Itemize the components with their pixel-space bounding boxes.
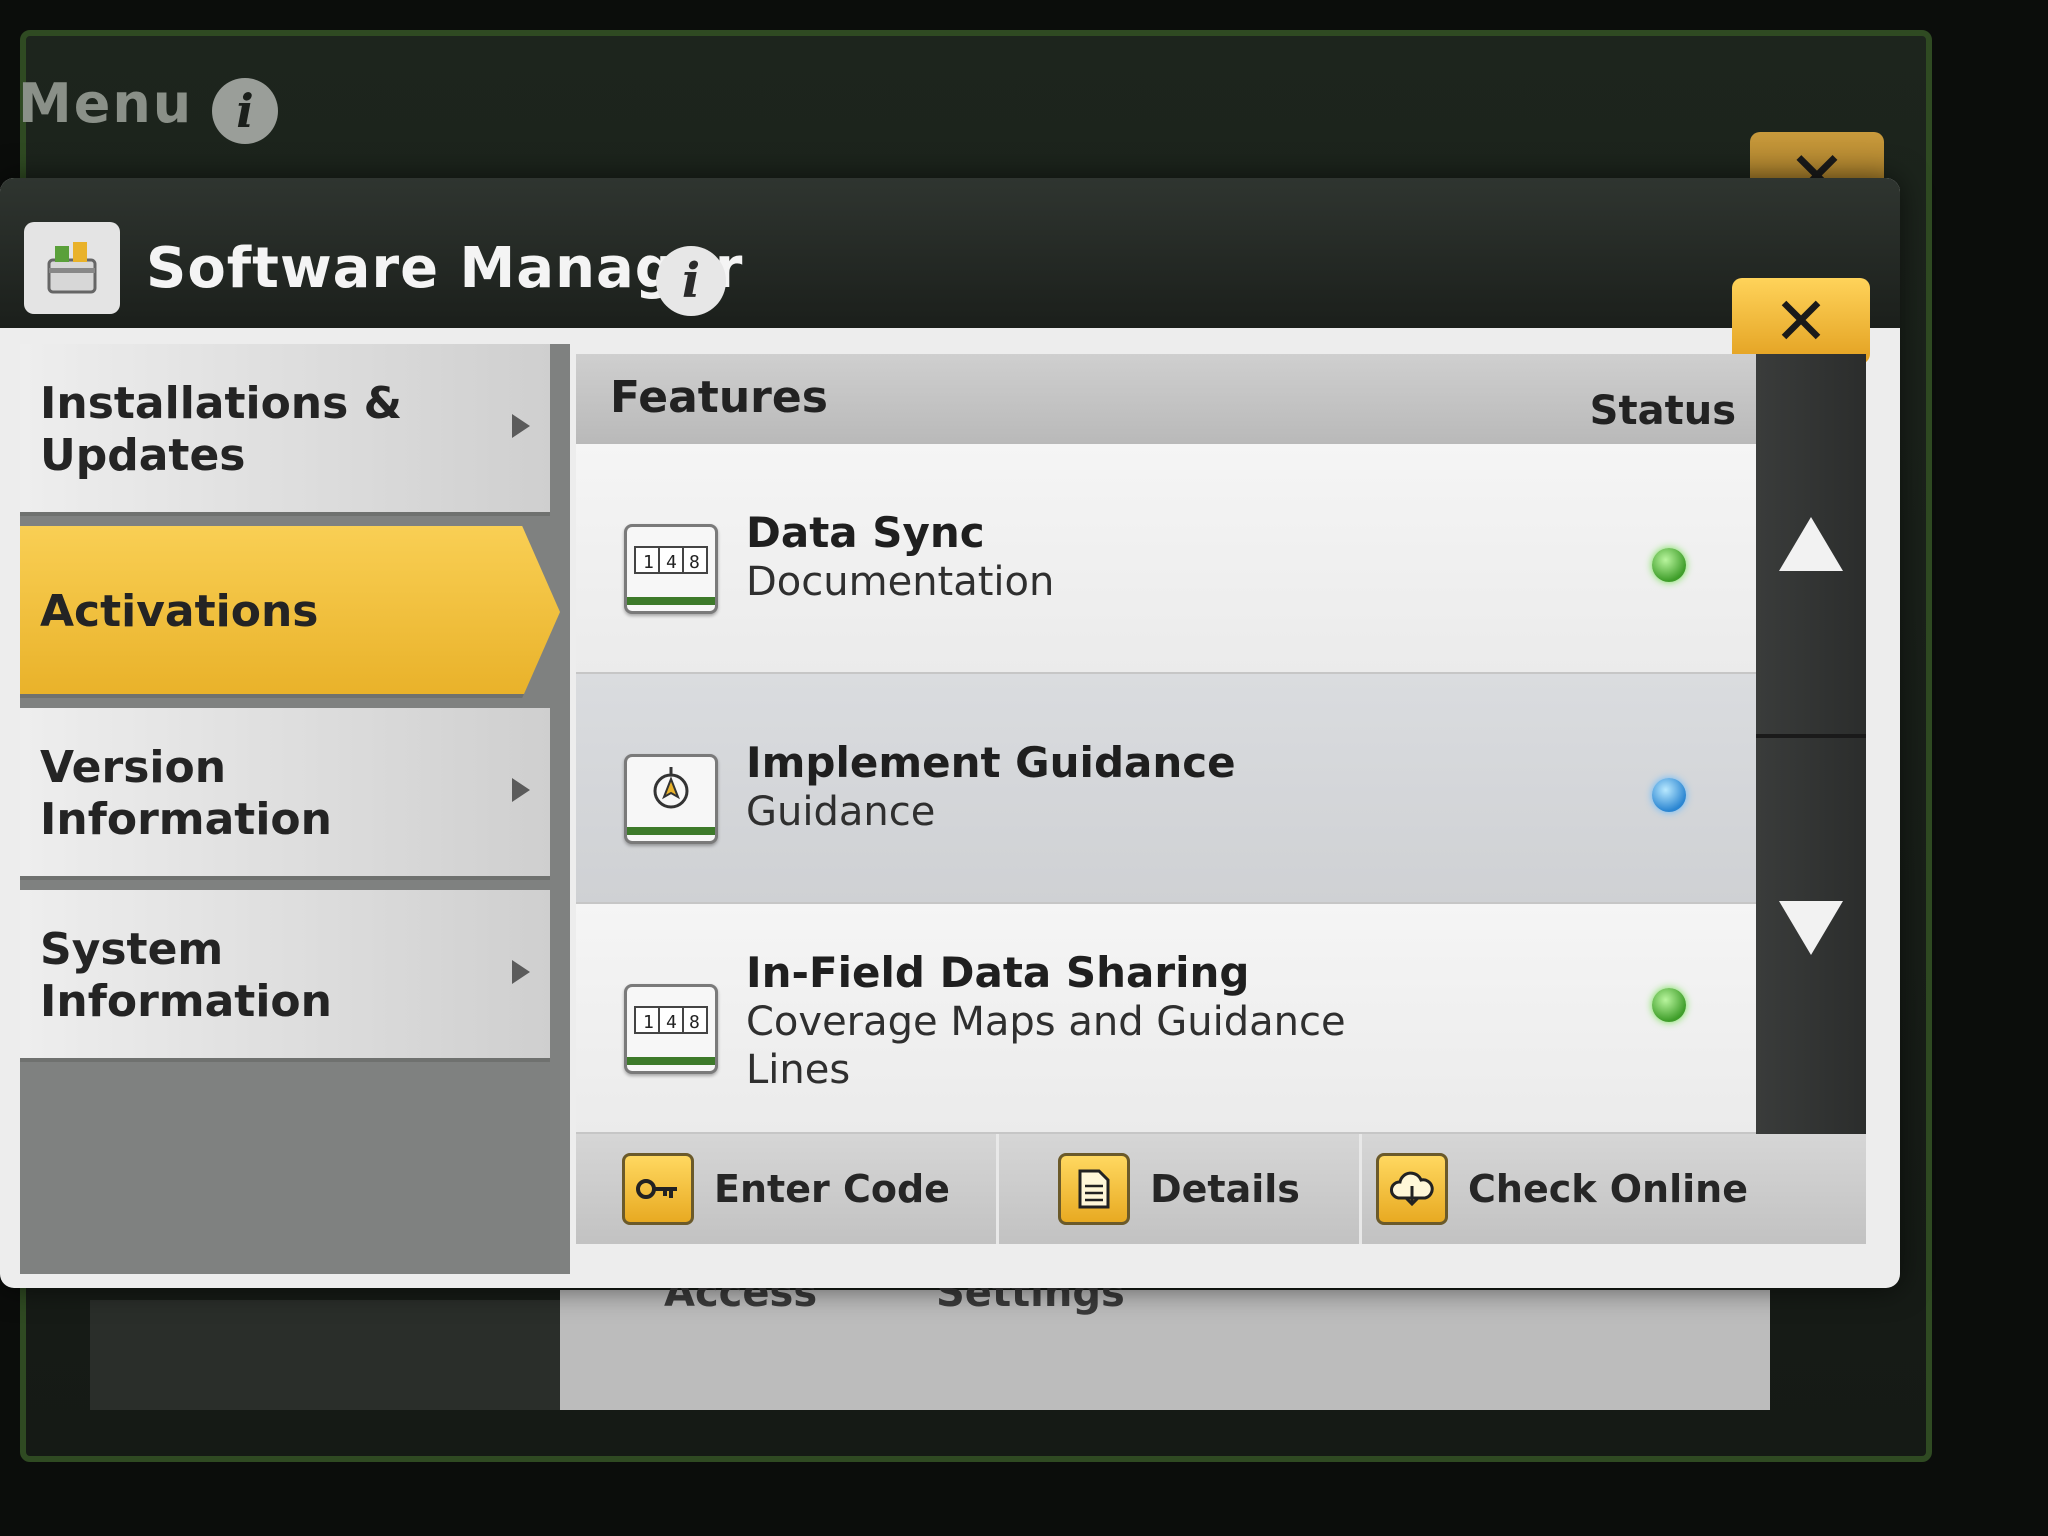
feature-category: Guidance xyxy=(746,789,936,835)
svg-text:4: 4 xyxy=(666,1012,677,1033)
sidebar-item-version-information[interactable]: Version Information xyxy=(20,708,550,880)
sidebar-item-label: Version Information xyxy=(40,742,332,845)
details-label: Details xyxy=(1150,1167,1300,1211)
background-panel xyxy=(90,1300,560,1410)
software-manager-dialog: Software Manager i ✕ Installations & Upd… xyxy=(0,178,1900,1288)
features-header: Features Status xyxy=(576,354,1756,444)
guidance-icon xyxy=(624,754,718,844)
details-button[interactable]: Details xyxy=(999,1134,1362,1244)
document-icon xyxy=(1058,1153,1131,1225)
chevron-right-icon xyxy=(512,778,530,802)
arrow-up-icon xyxy=(1779,517,1843,571)
status-column-header: Status xyxy=(1589,388,1736,434)
menu-info-icon[interactable]: i xyxy=(212,78,278,144)
dialog-title: Software Manager xyxy=(146,236,744,301)
sidebar-item-activations[interactable]: Activations xyxy=(20,526,560,698)
status-indicator-icon xyxy=(1652,548,1686,582)
list-item[interactable]: Implement Guidance Guidance xyxy=(576,674,1756,905)
check-online-button[interactable]: Check Online xyxy=(1362,1134,1762,1244)
list-item[interactable]: 1 4 8 Data Sync Documentation xyxy=(576,444,1756,675)
features-list: 1 4 8 Data Sync Documentation Implement … xyxy=(576,444,1756,1135)
enter-code-label: Enter Code xyxy=(714,1167,950,1211)
software-manager-icon xyxy=(24,222,120,314)
sidebar-item-label: Activations xyxy=(40,586,319,637)
sidebar-item-label: Installations & Updates xyxy=(40,378,403,481)
features-panel: Features Status 1 4 8 Data Sync Document… xyxy=(576,354,1866,1244)
activation-counter-icon: 1 4 8 xyxy=(624,524,718,614)
features-column-header: Features xyxy=(610,372,828,423)
check-online-label: Check Online xyxy=(1468,1167,1748,1211)
svg-text:1: 1 xyxy=(643,552,654,573)
feature-category: Coverage Maps and Guidance Lines xyxy=(746,999,1346,1093)
chevron-right-icon xyxy=(512,960,530,984)
arrow-down-icon xyxy=(1779,901,1843,955)
scrollbar[interactable] xyxy=(1756,354,1866,1134)
feature-name: Implement Guidance xyxy=(746,738,1236,787)
dialog-header: Software Manager i xyxy=(0,178,1900,328)
status-indicator-icon xyxy=(1652,988,1686,1022)
sidebar: Installations & Updates Activations Vers… xyxy=(20,344,570,1274)
svg-text:1: 1 xyxy=(643,1012,654,1033)
menu-title: Menu xyxy=(18,72,194,135)
sidebar-item-label: System Information xyxy=(40,924,332,1027)
action-bar: Enter Code Details Check Online xyxy=(576,1134,1866,1244)
activation-counter-icon: 1 4 8 xyxy=(624,984,718,1074)
svg-text:8: 8 xyxy=(689,552,700,573)
enter-code-button[interactable]: Enter Code xyxy=(576,1134,999,1244)
dialog-info-icon[interactable]: i xyxy=(656,246,726,316)
sidebar-item-system-information[interactable]: System Information xyxy=(20,890,550,1062)
scroll-down-button[interactable] xyxy=(1756,738,1866,1118)
list-item[interactable]: 1 4 8 In-Field Data Sharing Coverage Map… xyxy=(576,904,1756,1135)
scroll-up-button[interactable] xyxy=(1756,354,1866,738)
chevron-right-icon xyxy=(512,414,530,438)
feature-name: Data Sync xyxy=(746,508,985,557)
feature-name: In-Field Data Sharing xyxy=(746,948,1250,997)
sidebar-item-installations-updates[interactable]: Installations & Updates xyxy=(20,344,550,516)
feature-category: Documentation xyxy=(746,559,1055,605)
svg-text:8: 8 xyxy=(689,1012,700,1033)
svg-text:4: 4 xyxy=(666,552,677,573)
cloud-download-icon xyxy=(1376,1153,1448,1225)
status-indicator-icon xyxy=(1652,778,1686,812)
dialog-close-button[interactable]: ✕ xyxy=(1732,278,1870,364)
key-icon xyxy=(622,1153,695,1225)
